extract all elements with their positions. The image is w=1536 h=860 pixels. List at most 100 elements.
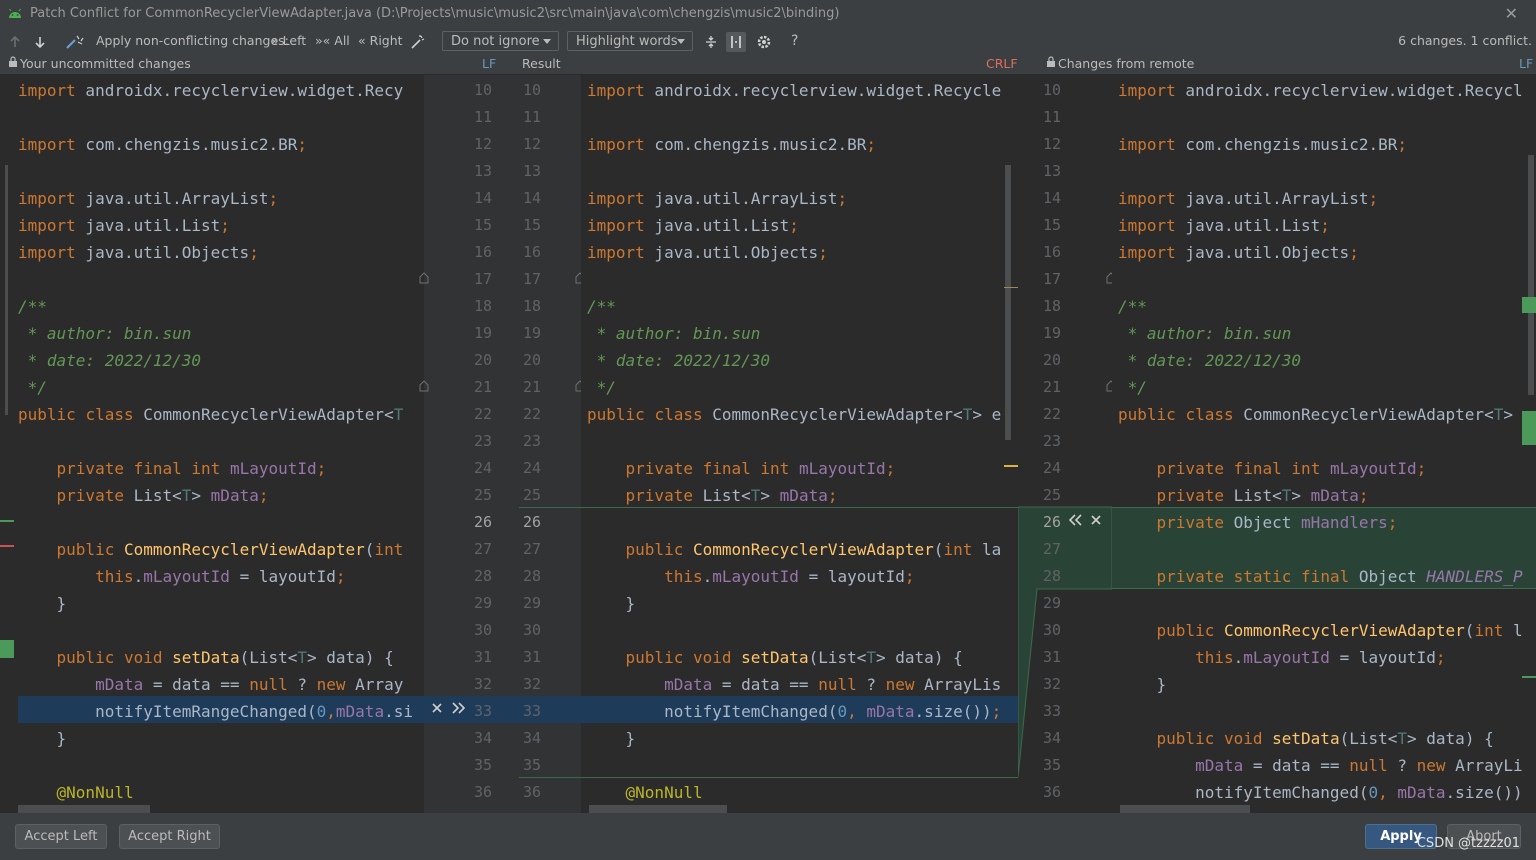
code-line[interactable]: public void setData(List<T> data) { [1118, 725, 1494, 752]
code-line[interactable]: import androidx.recyclerview.widget.Recy… [587, 77, 1001, 104]
line-number: 21 [1042, 378, 1061, 396]
code-line[interactable]: @NonNull [587, 779, 703, 806]
code-line[interactable]: import java.util.Objects; [1118, 239, 1359, 266]
vertical-scrollbar[interactable] [5, 165, 8, 415]
center-eol[interactable]: CRLF [986, 56, 1018, 71]
apply-right-button[interactable]: « Right [358, 33, 403, 48]
collapse-unchanged-icon[interactable] [703, 34, 719, 50]
accept-left-button[interactable]: Accept Left [15, 824, 107, 849]
close-icon[interactable]: ✕ [1505, 4, 1518, 23]
ignore-change-icon[interactable] [430, 701, 444, 715]
code-line[interactable]: private Object mHandlers; [1118, 509, 1398, 536]
code-line[interactable]: public void setData(List<T> data) { [18, 644, 394, 671]
code-line[interactable]: */ [18, 374, 47, 401]
code-line[interactable]: import java.util.List; [1118, 212, 1330, 239]
code-line[interactable]: import java.util.Objects; [587, 239, 828, 266]
code-line[interactable]: public class CommonRecyclerViewAdapter<T… [587, 401, 1001, 428]
vertical-scrollbar[interactable] [1528, 155, 1534, 395]
left-editor[interactable]: import androidx.recyclerview.widget.Recy… [0, 75, 424, 813]
apply-all-button[interactable]: »« All [315, 33, 350, 48]
code-line[interactable]: import java.util.Objects; [18, 239, 259, 266]
code-line[interactable]: } [18, 725, 67, 752]
change-marker [1522, 411, 1536, 445]
code-line[interactable]: * author: bin.sun [18, 320, 192, 347]
code-line[interactable]: @NonNull [18, 779, 134, 806]
prev-difference-icon[interactable] [8, 35, 22, 49]
right-eol[interactable]: LF [1519, 56, 1533, 71]
code-line[interactable]: private final int mLayoutId; [1118, 455, 1427, 482]
code-line[interactable]: } [1118, 671, 1167, 698]
magic-resolve-icon[interactable] [65, 33, 85, 51]
horizontal-scrollbar[interactable] [18, 805, 150, 813]
code-line[interactable]: import androidx.recyclerview.widget.Recy… [1118, 77, 1523, 104]
code-line[interactable]: notifyItemRangeChanged(0,mData.si [18, 698, 413, 725]
code-line[interactable]: private static final Object HANDLERS_P [1118, 563, 1523, 590]
code-line[interactable]: * date: 2022/12/30 [18, 347, 201, 374]
code-line[interactable]: private final int mLayoutId; [18, 455, 327, 482]
code-line[interactable]: this.mLayoutId = layoutId; [587, 563, 914, 590]
code-line[interactable]: import java.util.ArrayList; [18, 185, 278, 212]
code-line[interactable]: * author: bin.sun [587, 320, 761, 347]
accept-right-arrow-icon[interactable] [1068, 513, 1084, 527]
apply-left-button[interactable]: » Left [271, 33, 306, 48]
code-line[interactable]: public class CommonRecyclerViewAdapter<T… [1118, 401, 1513, 428]
code-line[interactable]: /** [1118, 293, 1147, 320]
next-difference-icon[interactable] [33, 35, 47, 49]
code-line[interactable]: private List<T> mData; [18, 482, 269, 509]
code-line[interactable]: mData = data == null ? new Array [18, 671, 403, 698]
code-line[interactable]: import java.util.ArrayList; [587, 185, 847, 212]
code-line[interactable]: private final int mLayoutId; [587, 455, 896, 482]
line-number: 19 [473, 324, 492, 342]
code-line[interactable]: private List<T> mData; [587, 482, 838, 509]
fold-icon[interactable] [419, 272, 429, 284]
line-number: 16 [522, 243, 541, 261]
line-number: 30 [522, 621, 541, 639]
code-line[interactable]: public class CommonRecyclerViewAdapter<T [18, 401, 403, 428]
line-number: 31 [1042, 648, 1061, 666]
sync-scroll-toggle[interactable] [726, 32, 746, 52]
code-line[interactable]: * author: bin.sun [1118, 320, 1292, 347]
remote-editor[interactable]: import androidx.recyclerview.widget.Recy… [1112, 75, 1536, 813]
horizontal-scrollbar[interactable] [589, 805, 727, 813]
code-line[interactable]: notifyItemChanged(0, mData.size()) [1118, 779, 1523, 806]
code-line[interactable]: notifyItemChanged(0, mData.size()); [587, 698, 1001, 725]
code-line[interactable]: import java.util.List; [587, 212, 799, 239]
code-line[interactable]: } [18, 590, 67, 617]
code-line[interactable]: mData = data == null ? new ArrayLis [587, 671, 1001, 698]
help-icon[interactable]: ? [791, 33, 798, 49]
code-line[interactable]: public CommonRecyclerViewAdapter(int la [587, 536, 1002, 563]
code-line[interactable]: /** [18, 293, 47, 320]
gear-icon[interactable] [756, 34, 772, 50]
code-line[interactable]: * date: 2022/12/30 [587, 347, 770, 374]
vertical-scrollbar[interactable] [1005, 165, 1011, 440]
code-line[interactable]: import androidx.recyclerview.widget.Recy [18, 77, 403, 104]
code-line[interactable]: private List<T> mData; [1118, 482, 1369, 509]
code-line[interactable]: public CommonRecyclerViewAdapter(int [18, 536, 404, 563]
highlight-words-select[interactable]: Highlight words [567, 31, 693, 51]
code-line[interactable]: */ [1118, 374, 1147, 401]
code-line[interactable]: this.mLayoutId = layoutId; [18, 563, 345, 590]
horizontal-scrollbar[interactable] [1120, 805, 1250, 813]
line-number: 23 [1042, 432, 1061, 450]
code-line[interactable]: /** [587, 293, 616, 320]
wand-icon[interactable] [410, 34, 426, 50]
left-eol[interactable]: LF [482, 56, 496, 71]
code-line[interactable]: import java.util.ArrayList; [1118, 185, 1378, 212]
code-line[interactable]: public CommonRecyclerViewAdapter(int l [1118, 617, 1523, 644]
accept-right-button[interactable]: Accept Right [119, 824, 220, 849]
code-line[interactable]: } [587, 725, 636, 752]
ignore-change-icon[interactable] [1089, 513, 1103, 527]
code-line[interactable]: mData = data == null ? new ArrayLi [1118, 752, 1523, 779]
code-line[interactable]: this.mLayoutId = layoutId; [1118, 644, 1445, 671]
code-line[interactable]: import com.chengzis.music2.BR; [18, 131, 307, 158]
code-line[interactable]: import com.chengzis.music2.BR; [1118, 131, 1407, 158]
code-line[interactable]: } [587, 590, 636, 617]
code-line[interactable]: import com.chengzis.music2.BR; [587, 131, 876, 158]
fold-icon[interactable] [419, 380, 429, 392]
code-line[interactable]: */ [587, 374, 616, 401]
result-editor[interactable]: import androidx.recyclerview.widget.Recy… [581, 75, 1018, 813]
code-line[interactable]: public void setData(List<T> data) { [587, 644, 963, 671]
ignore-whitespace-select[interactable]: Do not ignore [442, 31, 559, 51]
code-line[interactable]: * date: 2022/12/30 [1118, 347, 1301, 374]
code-line[interactable]: import java.util.List; [18, 212, 230, 239]
